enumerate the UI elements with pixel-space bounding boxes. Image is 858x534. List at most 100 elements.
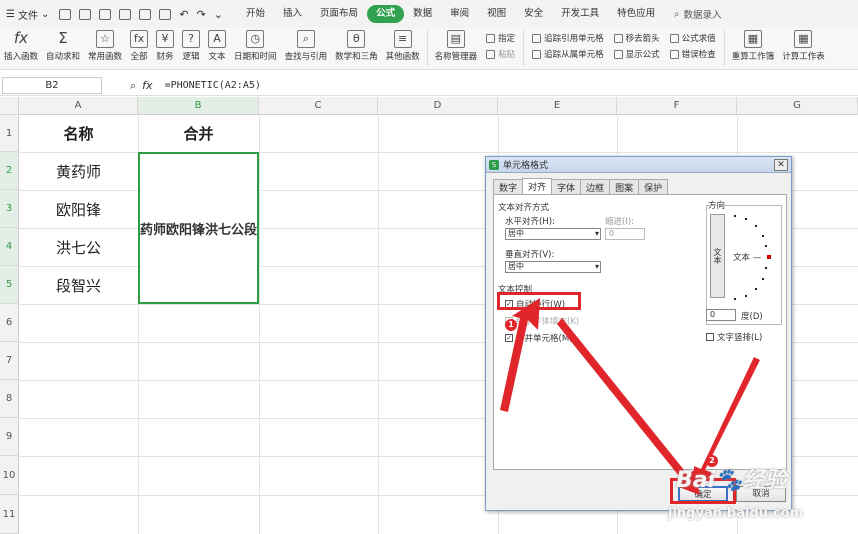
print-icon[interactable] — [119, 8, 132, 20]
show-formula-button[interactable]: 显示公式 — [613, 48, 660, 60]
tab-developer[interactable]: 开发工具 — [552, 5, 608, 23]
degree-spinner[interactable]: 0 — [706, 309, 736, 321]
column-header-b[interactable]: B — [138, 97, 259, 115]
column-header-g[interactable]: G — [737, 97, 858, 115]
insert-function-button[interactable]: fx 插入函数 — [0, 30, 42, 62]
formula-input[interactable]: =PHONETIC(A2:A5) — [165, 80, 261, 91]
cell-a1[interactable]: 名称 — [19, 115, 138, 152]
horizontal-align-value: 居中 — [508, 229, 524, 238]
tab-security[interactable]: 安全 — [515, 5, 552, 23]
text-button[interactable]: A 文本 — [204, 30, 230, 62]
error-check-label: 错误检查 — [681, 50, 716, 60]
tab-view[interactable]: 视图 — [478, 5, 515, 23]
zoom-icon[interactable]: ⌕ — [130, 79, 136, 93]
new-doc-icon[interactable] — [59, 8, 72, 20]
orientation-box: 文本 文本 — — [706, 205, 782, 325]
finance-icon: ¥ — [156, 30, 175, 48]
divider — [426, 30, 428, 66]
tab-features[interactable]: 特色应用 — [608, 5, 664, 23]
fx-label[interactable]: fx — [142, 79, 152, 92]
row-header-3[interactable]: 3 — [0, 190, 19, 228]
select-all-corner[interactable] — [0, 97, 19, 115]
column-header-d[interactable]: D — [378, 97, 498, 115]
menu-bar: ☰ 文件 ⌄ ↶ ↷ ⌄ 开始 插入 页面布局 公式 数据 审阅 视图 安全 开… — [0, 0, 858, 28]
redo-icon[interactable]: ↷ — [197, 8, 206, 21]
datetime-button[interactable]: ◷ 日期和时间 — [230, 30, 281, 62]
vertical-align-select[interactable]: 居中 — [505, 261, 601, 273]
row-header-11[interactable]: 11 — [0, 495, 19, 534]
calc-sheet-label: 计算工作表 — [782, 52, 825, 62]
paste-label: 粘贴 — [498, 50, 516, 60]
lookup-button[interactable]: ⌕ 查找与引用 — [281, 30, 332, 62]
file-menu[interactable]: ☰ 文件 ⌄ — [0, 4, 55, 24]
row-header-4[interactable]: 4 — [0, 228, 19, 266]
common-functions-button[interactable]: ☆ 常用函数 — [84, 30, 126, 62]
paste-button[interactable]: 粘贴 — [486, 48, 515, 60]
indent-spinner[interactable]: 0 — [605, 228, 645, 240]
evaluate-formula-button[interactable]: 公式求值 — [669, 32, 716, 44]
search-icon: ⌕ — [674, 8, 680, 20]
watermark-brand-cn: 经验 — [742, 468, 787, 493]
preview-icon[interactable] — [139, 8, 152, 20]
column-header-f[interactable]: F — [617, 97, 737, 115]
math-button[interactable]: θ 数学和三角 — [331, 30, 382, 62]
error-check-button[interactable]: 错误检查 — [669, 48, 716, 60]
tab-formula[interactable]: 公式 — [367, 5, 405, 23]
cell-a2[interactable]: 黄药师 — [19, 152, 138, 190]
logic-button[interactable]: ? 逻辑 — [178, 30, 204, 62]
calc-sheet-button[interactable]: ▦ 计算工作表 — [778, 30, 829, 62]
name-manager-button[interactable]: ▤ 名称管理器 — [431, 30, 482, 62]
other-functions-button[interactable]: ≡ 其他函数 — [382, 30, 424, 62]
horizontal-align-label: 水平对齐(H): — [505, 217, 555, 227]
row-header-1[interactable]: 1 — [0, 115, 19, 152]
search-box[interactable]: ⌕ 数据录入 — [674, 7, 721, 22]
row-header-8[interactable]: 8 — [0, 380, 19, 418]
merge-cells-checkbox[interactable]: ✓ 合并单元格(M) — [505, 332, 572, 344]
row-header-5[interactable]: 5 — [0, 266, 19, 304]
vertical-text-button[interactable]: 文本 — [710, 214, 725, 298]
checkbox-icon — [706, 333, 714, 341]
export-icon[interactable] — [159, 8, 172, 20]
open-icon[interactable] — [79, 8, 92, 20]
finance-button[interactable]: ¥ 财务 — [152, 30, 178, 62]
trace-dependents-button[interactable]: 追踪从属单元格 — [532, 48, 604, 60]
tab-layout[interactable]: 页面布局 — [311, 5, 367, 23]
recalc-label: 重算工作簿 — [731, 52, 775, 62]
cell-a3[interactable]: 欧阳锋 — [19, 190, 138, 228]
fx-icon: fx — [13, 29, 29, 47]
audit-group-3: 公式求值 错误检查 — [665, 32, 721, 60]
math-icon: θ — [347, 30, 366, 48]
tab-review[interactable]: 审阅 — [441, 5, 478, 23]
row-header-9[interactable]: 9 — [0, 418, 19, 456]
merged-cell-b2[interactable]: 药师欧阳锋洪七公段 — [138, 152, 259, 304]
autosum-button[interactable]: Σ 自动求和 — [42, 30, 84, 62]
row-header-6[interactable]: 6 — [0, 304, 19, 342]
show-formula-icon — [613, 49, 623, 59]
trace-precedents-button[interactable]: 追踪引用单元格 — [532, 32, 604, 44]
specify-button[interactable]: 指定 — [486, 32, 515, 44]
column-header-c[interactable]: C — [259, 97, 378, 115]
name-box[interactable]: B2 — [2, 77, 102, 94]
horizontal-align-select[interactable]: 居中 — [505, 228, 601, 240]
close-icon[interactable]: ✕ — [774, 158, 788, 171]
more-icon[interactable]: ⌄ — [214, 8, 223, 21]
cell-a5[interactable]: 段智兴 — [19, 266, 138, 304]
undo-icon[interactable]: ↶ — [179, 8, 188, 21]
row-header-10[interactable]: 10 — [0, 456, 19, 495]
tab-home[interactable]: 开始 — [237, 5, 274, 23]
save-icon[interactable] — [99, 8, 112, 20]
cell-a4[interactable]: 洪七公 — [19, 228, 138, 266]
row-header-7[interactable]: 7 — [0, 342, 19, 380]
recalc-workbook-button[interactable]: ▦ 重算工作簿 — [728, 30, 779, 62]
cell-b1[interactable]: 合并 — [138, 115, 259, 152]
tab-data[interactable]: 数据 — [404, 5, 441, 23]
column-header-a[interactable]: A — [19, 97, 138, 115]
vertical-text-checkbox[interactable]: 文字竖排(L) — [706, 331, 762, 343]
column-header-e[interactable]: E — [498, 97, 617, 115]
dialog-tab-alignment[interactable]: 对齐 — [522, 178, 553, 195]
tab-insert[interactable]: 插入 — [274, 5, 311, 23]
remove-arrows-button[interactable]: 移去箭头 — [613, 32, 660, 44]
row-header-2[interactable]: 2 — [0, 152, 19, 190]
all-functions-button[interactable]: fx 全部 — [126, 30, 152, 62]
grid-line — [378, 115, 379, 534]
